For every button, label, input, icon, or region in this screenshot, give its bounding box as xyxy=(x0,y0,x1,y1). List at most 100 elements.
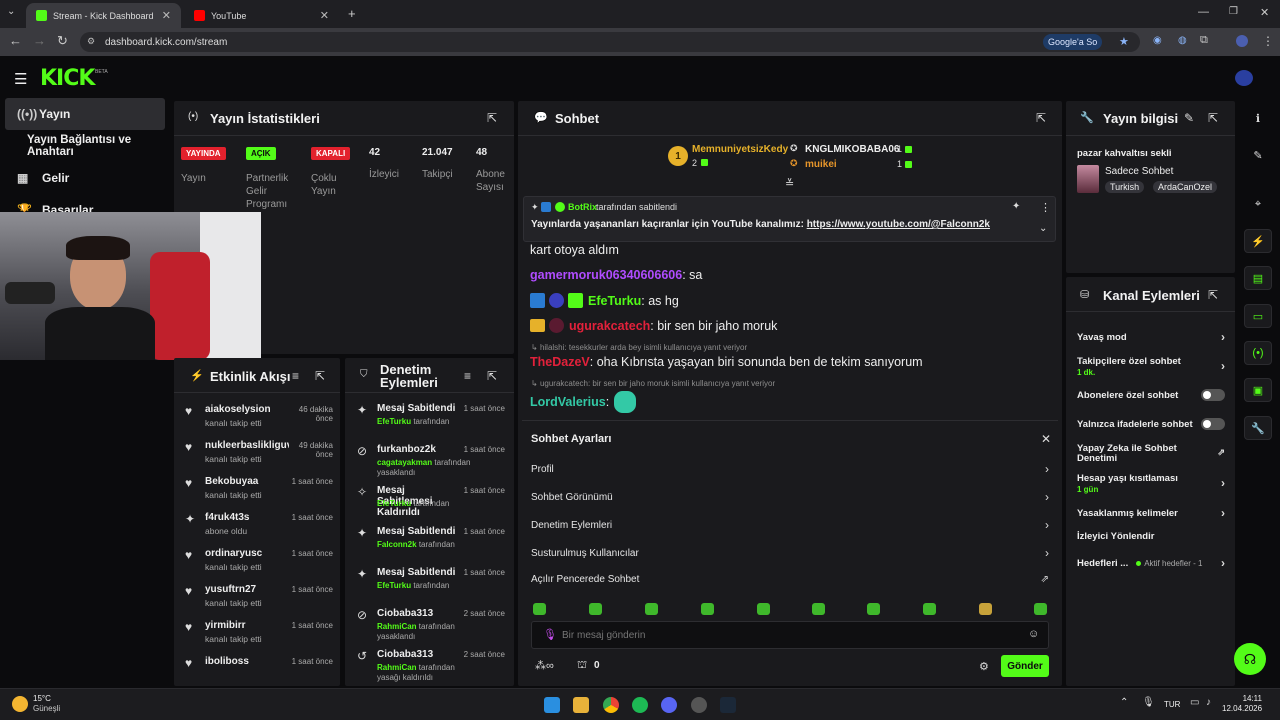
site-info-icon[interactable]: ⚙ xyxy=(87,36,95,47)
weather-sun-icon[interactable] xyxy=(12,696,28,712)
slow-mode-row[interactable]: Yavaş mod › xyxy=(1077,330,1225,344)
account-age-row[interactable]: Hesap yaşı kısıtlaması 1 gün › xyxy=(1077,473,1225,494)
chevron-down-icon[interactable]: ⌄ xyxy=(1039,223,1047,234)
activity-username[interactable]: f4ruk4t3s xyxy=(205,512,289,523)
popout-icon[interactable]: ⇱ xyxy=(487,369,497,383)
sidebar-item-yayin[interactable]: ((•)) Yayın xyxy=(5,98,165,130)
activity-item[interactable]: ♥ aiakoselysion 46 dakika önce kanalı ta… xyxy=(174,398,339,434)
emote-icon[interactable] xyxy=(867,603,880,615)
maximize-icon[interactable]: ❐ xyxy=(1229,6,1238,17)
app-icon[interactable] xyxy=(691,697,707,713)
spotify-icon[interactable] xyxy=(632,697,648,713)
goals-row[interactable]: Hedefleri ... Aktif hedefler - 1 › xyxy=(1077,556,1225,570)
mod-actor[interactable]: RahmiCan xyxy=(377,663,417,672)
emote-icon[interactable] xyxy=(645,603,658,615)
mod-actor[interactable]: EfeTurku xyxy=(377,499,411,508)
broadcast-icon[interactable]: (•) xyxy=(1244,341,1272,365)
close-icon[interactable]: ✕ xyxy=(162,9,171,22)
forward-icon[interactable]: → xyxy=(33,33,46,48)
emote-icon[interactable] xyxy=(589,603,602,615)
emote-icon[interactable] xyxy=(757,603,770,615)
file-explorer-icon[interactable] xyxy=(573,697,589,713)
user-avatar[interactable] xyxy=(1235,70,1253,86)
url-input[interactable]: dashboard.kick.com/stream xyxy=(80,32,1140,52)
chat-username[interactable]: TheDazeV xyxy=(530,355,590,369)
followers-only-row[interactable]: Takipçilere özel sohbet 1 dk. › xyxy=(1077,356,1225,377)
extension-icon[interactable]: ◉ xyxy=(1153,35,1162,46)
window-close-icon[interactable]: ✕ xyxy=(1260,6,1269,19)
lightning-icon[interactable]: ⚡ xyxy=(1244,229,1272,253)
emoji-icon[interactable]: ☺ xyxy=(1028,628,1039,640)
chrome-icon[interactable] xyxy=(603,697,619,713)
leaderboard-name[interactable]: muikei xyxy=(805,159,837,170)
activity-username[interactable]: yirmibirr xyxy=(205,620,289,631)
users-icon[interactable]: ⁂∞ xyxy=(535,659,554,672)
steam-icon[interactable] xyxy=(720,697,736,713)
moderation-item[interactable]: ✦ Mesaj Sabitlendi 1 saat önce EfeTurku … xyxy=(345,398,514,439)
wrench-icon[interactable]: 🔧 xyxy=(1244,416,1272,440)
activity-username[interactable]: iboliboss xyxy=(205,656,289,667)
chat-input[interactable] xyxy=(562,626,1012,644)
close-icon[interactable]: ✕ xyxy=(1041,432,1051,446)
activity-item[interactable]: ♥ yusuftrn27 1 saat önce kanalı takip et… xyxy=(174,578,339,614)
activity-username[interactable]: nukleerbaslikliguvercin xyxy=(205,440,289,451)
settings-row-profile[interactable]: Profil › xyxy=(531,462,1049,476)
moderation-item[interactable]: ✦ Mesaj Sabitlendi 1 saat önce EfeTurku … xyxy=(345,562,514,603)
google-search-chip[interactable]: Google'a So xyxy=(1043,34,1103,50)
moderation-item[interactable]: ✦ Mesaj Sabitlendi 1 saat önce Falconn2k… xyxy=(345,521,514,562)
popout-icon[interactable]: ⇱ xyxy=(487,111,497,125)
settings-row-popout-chat[interactable]: Açılır Pencerede Sohbet ⇗ xyxy=(531,574,1049,585)
clock-date[interactable]: 12.04.2026 xyxy=(1222,704,1262,713)
profile-avatar-icon[interactable] xyxy=(1236,35,1248,47)
emote-icon[interactable] xyxy=(533,603,546,615)
moderation-item[interactable]: ✧ Mesaj Sabitlemesi Kaldırıldı 1 saat ön… xyxy=(345,480,514,521)
settings-row-muted-users[interactable]: Susturulmuş Kullanıcılar › xyxy=(531,546,1049,560)
activity-username[interactable]: aiakoselysion xyxy=(205,404,289,415)
popout-icon[interactable]: ⇱ xyxy=(1036,111,1046,125)
tab-kick-dashboard[interactable]: Stream - Kick Dashboard ✕ xyxy=(26,3,181,28)
send-button[interactable]: Gönder xyxy=(1001,655,1049,677)
unpin-icon[interactable]: ✦ xyxy=(1012,201,1020,212)
emotes-only-toggle[interactable] xyxy=(1201,418,1225,430)
mod-actor[interactable]: cagatayakman xyxy=(377,458,432,467)
expand-leaderboard-icon[interactable]: ≚ xyxy=(785,177,794,190)
subscribers-only-toggle[interactable] xyxy=(1201,389,1225,401)
popout-icon[interactable]: ⇱ xyxy=(315,369,325,383)
edit-icon[interactable]: ✎ xyxy=(1244,143,1272,167)
emote-icon[interactable] xyxy=(812,603,825,615)
activity-item[interactable]: ♥ yirmibirr 1 saat önce kanalı takip ett… xyxy=(174,614,339,650)
sidebar-item-gelir[interactable]: ▦ Gelir xyxy=(5,162,165,194)
network-icon[interactable]: ▭ xyxy=(1190,697,1199,708)
edit-icon[interactable]: ✎ xyxy=(1184,111,1194,125)
activity-item[interactable]: ♥ Bekobuyaa 1 saat önce kanalı takip ett… xyxy=(174,470,339,506)
tag-chip[interactable]: Turkish xyxy=(1105,181,1145,193)
tab-search-icon[interactable]: ⌄ xyxy=(7,6,15,17)
tag-chip[interactable]: ArdaCanOzel xyxy=(1153,181,1218,193)
pinned-author[interactable]: BotRix xyxy=(568,202,597,212)
chat-username[interactable]: LordValerius xyxy=(530,395,606,409)
volume-icon[interactable]: ♪ xyxy=(1206,697,1211,708)
host-viewers-row[interactable]: İzleyici Yönlendir xyxy=(1077,531,1225,542)
back-icon[interactable]: ← xyxy=(9,33,22,48)
windows-start-icon[interactable] xyxy=(544,697,560,713)
banned-words-row[interactable]: Yasaklanmış kelimeler › xyxy=(1077,506,1225,520)
leaderboard-name[interactable]: KNGLMIKOBABA06 xyxy=(805,144,899,155)
chat-username[interactable]: EfeTurku xyxy=(588,294,641,308)
activity-username[interactable]: Bekobuyaa xyxy=(205,476,289,487)
hamburger-menu-icon[interactable]: ☰ xyxy=(14,70,27,88)
menu-dots-icon[interactable]: ⋮ xyxy=(1262,34,1274,48)
pinned-link[interactable]: https://www.youtube.com/@Falconn2k xyxy=(807,219,990,230)
microphone-icon[interactable]: 🎙 xyxy=(1142,697,1155,708)
more-options-icon[interactable]: ⋮ xyxy=(1040,201,1051,214)
category-name[interactable]: Sadece Sohbet xyxy=(1105,166,1173,177)
settings-row-chat-view[interactable]: Sohbet Görünümü › xyxy=(531,490,1049,504)
reload-icon[interactable]: ↻ xyxy=(57,33,68,49)
activity-item[interactable]: ✦ f4ruk4t3s 1 saat önce abone oldu xyxy=(174,506,339,542)
ai-moderation-row[interactable]: Yapay Zeka ile Sohbet Denetimi ⇗ xyxy=(1077,444,1225,464)
activity-username[interactable]: yusuftrn27 xyxy=(205,584,289,595)
kick-logo[interactable]: KICK xyxy=(40,66,95,91)
sidebar-item-stream-key[interactable]: Yayın Bağlantısı ve Anahtarı xyxy=(5,130,177,162)
mod-actor[interactable]: EfeTurku xyxy=(377,417,411,426)
microphone-icon[interactable]: 🎙 xyxy=(543,628,557,641)
filter-icon[interactable]: ≡ xyxy=(292,369,299,383)
